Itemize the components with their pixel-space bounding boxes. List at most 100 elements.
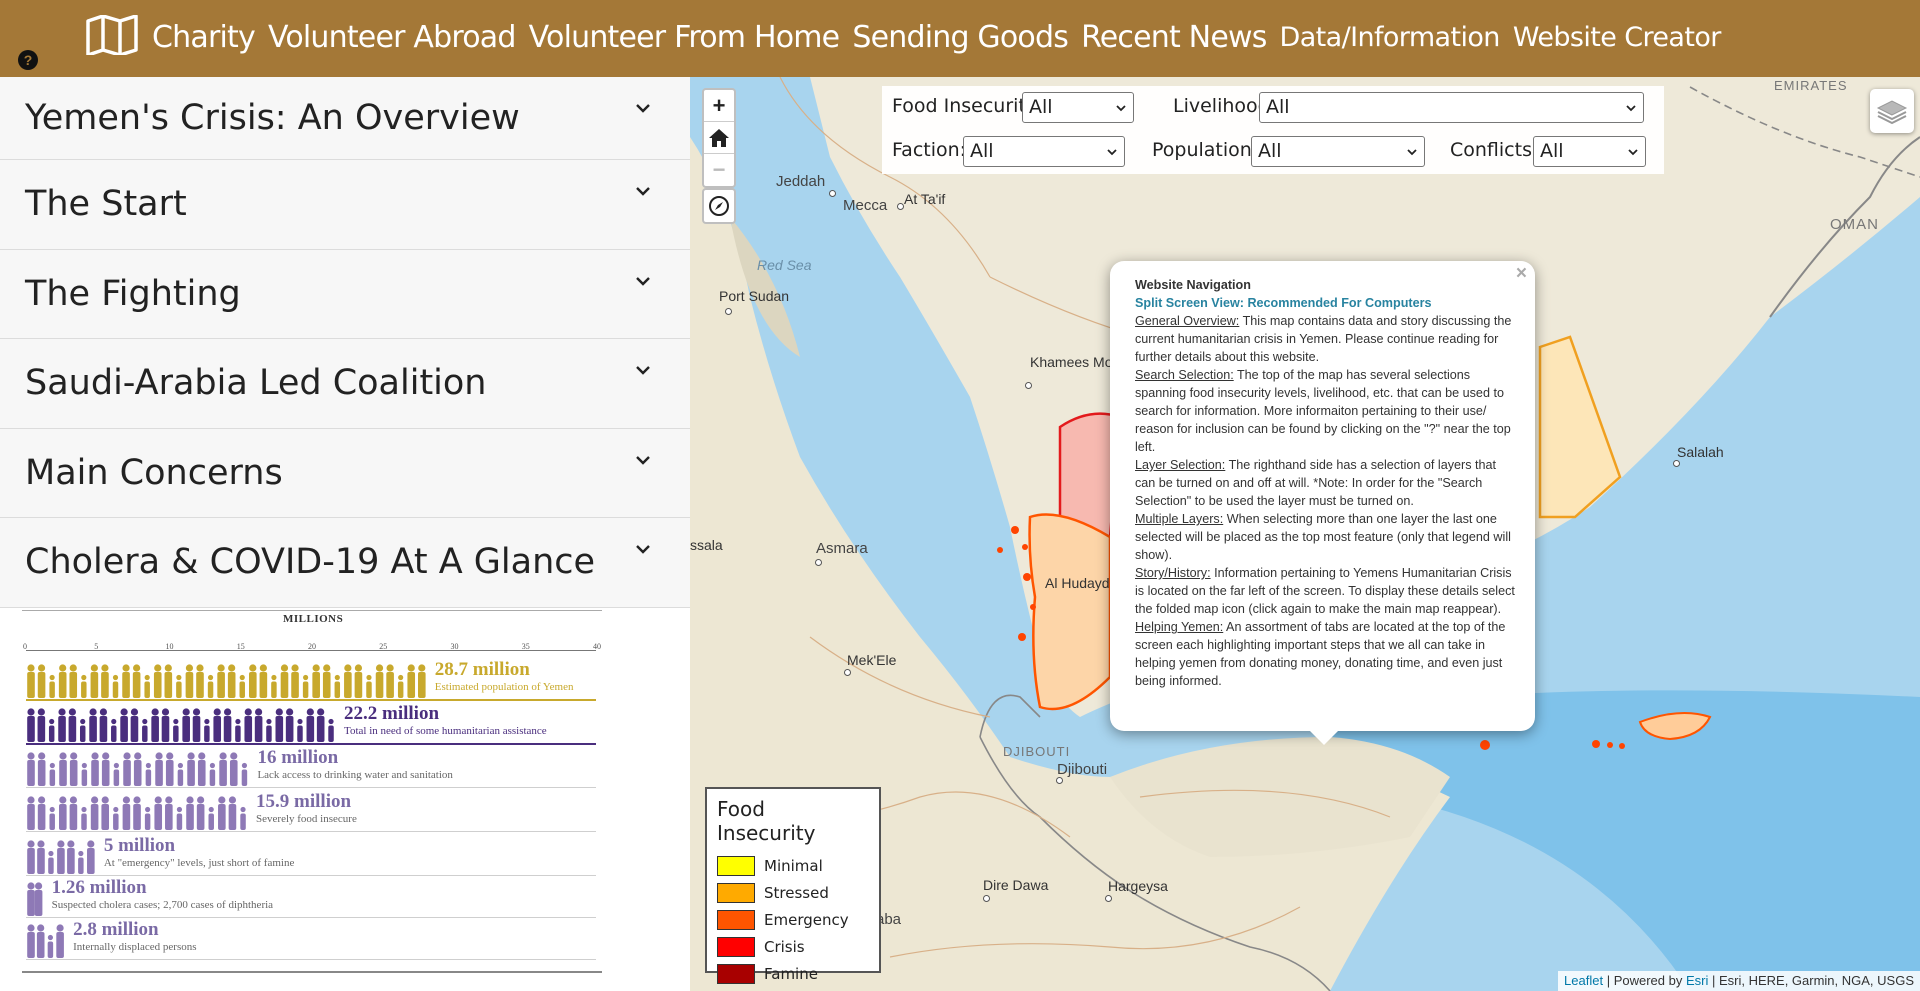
place-label: At Ta'if (904, 191, 946, 207)
yemen-population-infographic: MILLIONS 0 5 10 15 20 25 30 35 40 28.7 million Es… (20, 610, 602, 990)
row-divider (26, 917, 596, 918)
zoom-control: + − (702, 88, 736, 188)
nav-link-recent-news[interactable]: Recent News (1081, 16, 1267, 60)
city-dot (725, 308, 732, 315)
place-label-khamees-moshait: Khamees Moshait (1030, 354, 1143, 370)
zoom-out-button[interactable]: − (704, 154, 734, 186)
legend-swatch (717, 936, 755, 957)
place-label: ssala (690, 537, 723, 553)
population-select[interactable]: All (1251, 136, 1425, 167)
accordion-title: Main Concerns (25, 452, 283, 493)
accordion-title: The Start (25, 184, 187, 225)
nav-link-sending-goods[interactable]: Sending Goods (852, 16, 1069, 60)
city-dot (815, 559, 822, 566)
food-insecurity-label: Food Insecurity: (892, 95, 1043, 117)
row-divider (26, 699, 596, 701)
legend-label: Stressed (764, 883, 829, 902)
compass-icon (709, 196, 729, 216)
legend-item: Emergency (717, 906, 869, 933)
place-label: EMIRATES (1774, 78, 1848, 93)
accordion-saudi-coalition[interactable]: Saudi-Arabia Led Coalition (0, 339, 690, 429)
chevron-down-icon (636, 545, 650, 554)
people-pictogram (27, 840, 95, 874)
legend-item: Minimal (717, 852, 869, 879)
nav-link-data-information[interactable]: Data/Information (1280, 16, 1501, 60)
accordion-title: Yemen's Crisis: An Overview (25, 98, 520, 138)
close-icon[interactable]: × (1516, 263, 1527, 285)
chevron-down-icon (1626, 105, 1636, 112)
place-label: Hargeysa (1108, 878, 1168, 894)
accordion-the-fighting[interactable]: The Fighting (0, 249, 690, 339)
nav-link-website-creator[interactable]: Website Creator (1513, 16, 1722, 60)
accordion-main-concerns[interactable]: Main Concerns (0, 428, 690, 518)
legend-label: Minimal (764, 856, 823, 875)
nav-link-volunteer-abroad[interactable]: Volunteer Abroad (268, 16, 516, 60)
infographic-row: 16 million Lack access to drinking water … (26, 747, 606, 788)
city-dot (897, 203, 904, 210)
people-pictogram (27, 708, 334, 742)
city-dot (1056, 777, 1063, 784)
accordion-title: Saudi-Arabia Led Coalition (25, 363, 487, 404)
chevron-down-icon (1107, 149, 1117, 156)
home-button[interactable] (704, 122, 734, 154)
chevron-down-icon (636, 104, 650, 113)
people-pictogram (27, 882, 43, 916)
people-pictogram (27, 664, 426, 698)
chevron-down-icon (636, 187, 650, 196)
food-insecurity-select[interactable]: All (1022, 92, 1134, 123)
chevron-down-icon (1628, 149, 1638, 156)
infographic-value: 2.8 million (73, 919, 159, 940)
zoom-in-button[interactable]: + (704, 90, 734, 122)
infographic-description: Total in need of some humanitarian assis… (344, 725, 547, 737)
food-insecurity-legend: Food Insecurity Minimal Stressed Emergency… (705, 787, 881, 984)
people-pictogram (27, 796, 246, 830)
popup-item: General Overview: This map contains data… (1135, 312, 1515, 366)
place-label: Red Sea (757, 257, 812, 273)
layers-button[interactable] (1870, 89, 1914, 133)
locate-control[interactable] (702, 188, 736, 224)
leaflet-link[interactable]: Leaflet (1564, 973, 1603, 988)
infographic-row: 5 million At "emergency" levels, just sho… (26, 835, 606, 876)
accordion-title: The Fighting (25, 273, 241, 314)
legend-item: Stressed (717, 879, 869, 906)
legend-swatch (717, 855, 755, 876)
infographic-description: Internally displaced persons (73, 941, 197, 953)
infographic-title: MILLIONS (283, 613, 344, 625)
scale-tick-label: 40 (593, 642, 601, 651)
population-label: Population: (1152, 139, 1259, 161)
accordion-the-start[interactable]: The Start (0, 160, 690, 250)
esri-link[interactable]: Esri (1686, 973, 1708, 988)
layers-icon (1876, 100, 1908, 125)
popup-item-term: General Overview: (1135, 314, 1240, 328)
legend-label: Famine (764, 964, 818, 983)
popup-tip (1310, 731, 1338, 745)
row-divider (26, 743, 596, 745)
map-attribution: Leaflet | Powered by Esri | Esri, HERE, … (1558, 971, 1920, 991)
nav-link-volunteer-from-home[interactable]: Volunteer From Home (529, 16, 841, 60)
nav-link-charity[interactable]: Charity (152, 16, 256, 60)
infographic-value: 15.9 million (256, 791, 352, 812)
help-icon[interactable]: ? (18, 50, 38, 70)
livelihood-select[interactable]: All (1259, 92, 1644, 123)
city-dot (1673, 460, 1680, 467)
chevron-down-icon (1116, 105, 1126, 112)
conflicts-select[interactable]: All (1533, 136, 1646, 167)
popup-item: Multiple Layers: When selecting more tha… (1135, 510, 1515, 564)
infographic-value: 1.26 million (51, 877, 147, 898)
scale-tick-label: 35 (521, 642, 530, 651)
folded-map-icon[interactable] (86, 15, 138, 55)
accordion-title: Cholera & COVID-19 At A Glance (25, 542, 596, 583)
home-icon (709, 129, 729, 147)
infographic-row: 28.7 million Estimated population of Yeme… (26, 659, 606, 701)
legend-label: Crisis (764, 937, 805, 956)
legend-item: Crisis (717, 933, 869, 960)
faction-select[interactable]: All (963, 136, 1125, 167)
legend-label: Emergency (764, 910, 849, 929)
popup-item: Helping Yemen: An assortment of tabs are… (1135, 618, 1515, 690)
website-navigation-popup: × Website Navigation Split Screen View: … (1110, 261, 1535, 731)
accordion-overview[interactable]: Yemen's Crisis: An Overview (0, 77, 690, 160)
place-label: Dire Dawa (983, 877, 1049, 893)
row-divider (26, 875, 596, 876)
city-dot (1025, 382, 1032, 389)
accordion-cholera-covid[interactable]: Cholera & COVID-19 At A Glance (0, 518, 690, 608)
